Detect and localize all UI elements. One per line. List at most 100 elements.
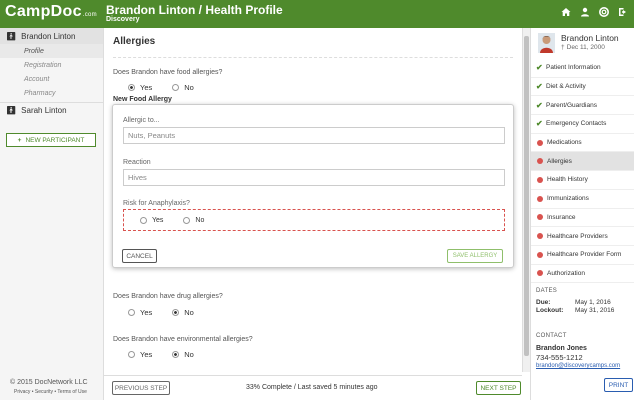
due-date-row: Due: May 1, 2016 [536,299,611,306]
drug-no-radio[interactable] [172,309,180,316]
nav-item-emergency-contacts[interactable]: ✔ Emergency Contacts [531,115,634,134]
sidebar-item-pharmacy[interactable]: Pharmacy [0,86,103,100]
incomplete-dot-icon [537,233,543,240]
drug-allergy-question: Does Brandon have drug allergies? [113,293,223,300]
new-allergy-dialog: Allergic to... Nuts, Peanuts Reaction Hi… [112,104,514,268]
help-icon[interactable] [599,7,609,17]
nav-item-immunizations[interactable]: Immunizations [531,190,634,209]
previous-step-button[interactable]: PREVIOUS STEP [112,381,170,395]
next-step-button[interactable]: NEXT STEP [476,381,521,395]
print-button[interactable]: PRINT [604,378,633,392]
nav-item-label: Patient Information [546,64,601,72]
allergic-to-label: Allergic to... [123,117,160,124]
reaction-label: Reaction [123,159,151,166]
page-title: Allergies [113,36,156,47]
nav-item-medications[interactable]: Medications [531,134,634,153]
drug-yes-radio[interactable] [128,309,135,316]
nav-item-label: Immunizations [547,195,589,203]
participant-name: Brandon Linton [21,31,76,41]
main-scrollbar[interactable] [522,28,530,372]
incomplete-dot-icon [537,214,543,221]
nav-item-patient-information[interactable]: ✔ Patient Information [531,59,634,78]
nav-item-label: Parent/Guardians [546,101,597,109]
anaphylaxis-no-radio[interactable] [183,216,191,224]
incomplete-dot-icon [537,195,543,202]
incomplete-dot-icon [537,158,543,165]
nav-item-healthcare-provider-form[interactable]: Healthcare Provider Form [531,246,634,265]
anaphylaxis-label: Risk for Anaphylaxis? [123,200,190,207]
person-icon: 🚹︎ [6,106,17,115]
nav-item-label: Healthcare Provider Form [547,251,622,259]
page-header-title: Brandon Linton / Health Profile [106,3,283,17]
sidebar-item-registration[interactable]: Registration [0,58,103,72]
new-participant-label: NEW PARTICIPANT [25,136,85,144]
birthday-icon: † [561,44,565,51]
nav-item-healthcare-providers[interactable]: Healthcare Providers [531,227,634,246]
incomplete-dot-icon [537,270,543,277]
nav-item-diet-activity[interactable]: ✔ Diet & Activity [531,78,634,97]
incomplete-dot-icon [537,251,543,258]
participant-name-heading: Brandon Linton [561,33,619,43]
lockout-label: Lockout: [536,307,564,314]
nav-item-authorization[interactable]: Authorization [531,265,634,284]
check-icon: ✔ [536,63,543,73]
dob-value: Dec 11, 2000 [566,44,605,51]
anaphylaxis-yes-radio[interactable] [140,216,147,224]
incomplete-dot-icon [537,176,543,183]
environmental-allergy-radio-group: Yes No [128,350,194,359]
contact-phone: 734-555-1212 [536,353,583,362]
incomplete-dot-icon [537,139,543,146]
nav-item-allergies[interactable]: Allergies [531,152,634,172]
nav-item-parent-guardians[interactable]: ✔ Parent/Guardians [531,96,634,116]
sidebar-item-profile[interactable]: Profile [0,44,103,58]
due-label: Due: [536,299,551,306]
new-participant-button[interactable]: + NEW PARTICIPANT [6,133,96,147]
cancel-button[interactable]: CANCEL [122,249,157,263]
nav-item-health-history[interactable]: Health History [531,171,634,190]
due-value: May 1, 2016 [575,299,611,306]
person-icon: 🚹︎ [6,31,17,41]
user-icon[interactable] [580,7,590,17]
food-no-label: No [184,83,194,92]
env-no-radio[interactable] [172,351,180,358]
nav-item-insurance[interactable]: Insurance [531,209,634,228]
check-icon: ✔ [536,100,543,110]
right-sidebar: Brandon Linton † Dec 11, 2000 ✔ Patient In… [530,28,634,400]
copyright-text: © 2015 DocNetwork LLC [10,379,88,386]
reaction-input[interactable]: Hives [123,169,505,186]
scrollbar-thumb[interactable] [524,36,529,356]
logout-icon[interactable] [618,7,628,17]
check-icon: ✔ [536,82,543,92]
allergic-to-input[interactable]: Nuts, Peanuts [123,127,505,144]
anaphylaxis-yes-label: Yes [152,216,164,224]
contact-email-link[interactable]: brandon@discoverycamps.com [536,363,620,369]
logo-text: CampDoc [5,3,82,20]
participant-dob: † Dec 11, 2000 [561,44,605,51]
footer-links[interactable]: Privacy • Security • Terms of Use [14,389,87,395]
participant-brandon[interactable]: 🚹︎ Brandon Linton [0,28,103,44]
lockout-date-row: Lockout: May 31, 2016 [536,307,614,314]
header-icon-group [561,7,628,17]
drug-yes-label: Yes [140,308,153,317]
home-icon[interactable] [561,7,571,17]
food-yes-radio[interactable] [128,84,135,91]
food-no-radio[interactable] [172,84,180,91]
app-header: CampDoc.com Brandon Linton / Health Prof… [0,0,634,28]
step-navigation-bar: PREVIOUS STEP 33% Complete / Last saved … [104,375,522,400]
profile-section-nav: ✔ Patient Information ✔ Diet & Activity ✔ P… [531,59,634,284]
left-sidebar: 🚹︎ Brandon Linton Profile Registration A… [0,28,104,400]
nav-item-label: Health History [547,176,588,184]
campdoc-logo[interactable]: CampDoc.com [5,3,97,21]
env-yes-label: Yes [140,350,153,359]
main-content: Allergies Does Brandon have food allergi… [104,28,522,400]
drug-allergy-radio-group: Yes No [128,308,194,317]
logo-suffix: .com [82,12,97,18]
anaphylaxis-no-label: No [195,216,205,224]
env-yes-radio[interactable] [128,351,135,358]
nav-item-label: Insurance [547,213,576,221]
title-divider [113,57,513,58]
participant-sarah[interactable]: 🚹︎ Sarah Linton [0,102,103,118]
food-allergy-radio-group: Yes No [128,83,194,92]
save-allergy-button[interactable]: SAVE ALLERGY [447,249,503,263]
sidebar-item-account[interactable]: Account [0,72,103,86]
